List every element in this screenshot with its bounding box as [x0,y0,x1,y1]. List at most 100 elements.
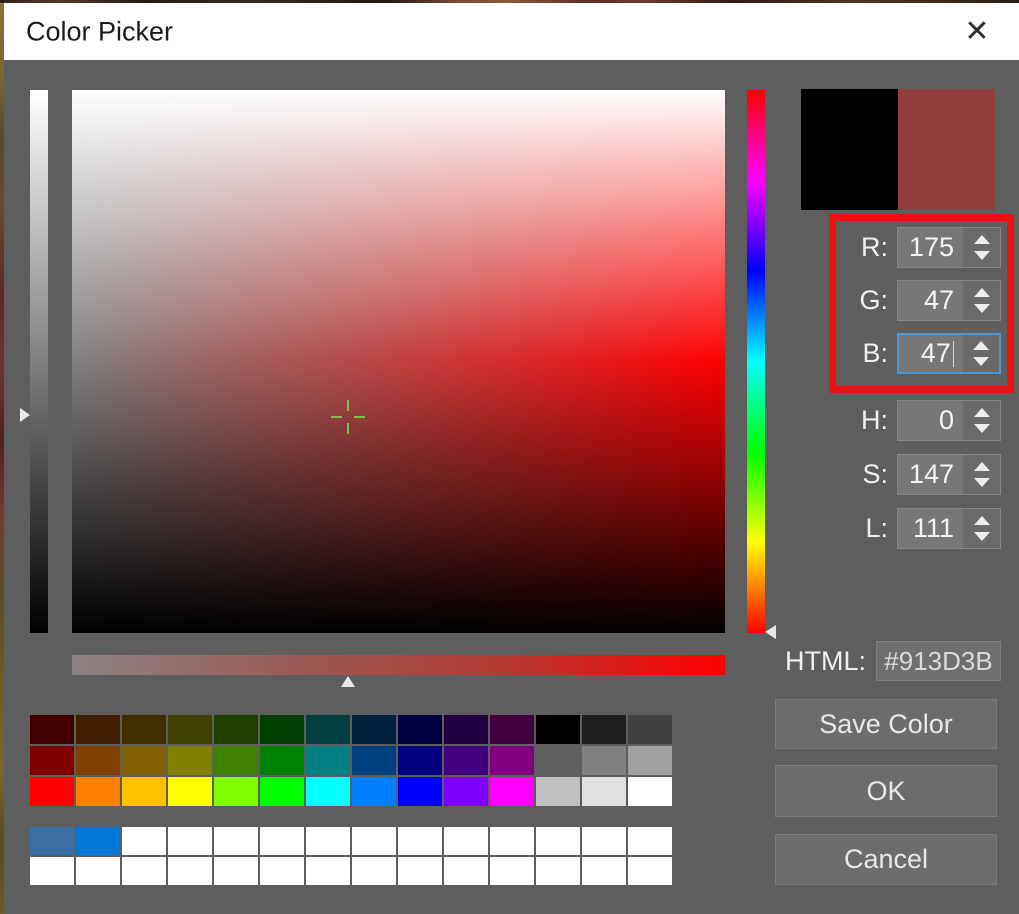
palette-swatch[interactable] [398,715,442,744]
green-spin-down-icon[interactable] [974,304,990,313]
palette-swatch[interactable] [582,715,626,744]
saved-color-swatch[interactable] [352,827,396,855]
palette-swatch[interactable] [306,715,350,744]
saved-color-swatch[interactable] [30,857,74,885]
palette-swatch[interactable] [352,777,396,806]
saturation-marker-icon[interactable] [341,676,355,687]
saved-color-swatch[interactable] [628,827,672,855]
palette-swatch[interactable] [490,746,534,775]
palette-swatch[interactable] [30,746,74,775]
saved-color-swatch[interactable] [260,827,304,855]
palette-swatch[interactable] [398,746,442,775]
palette-swatch[interactable] [76,746,120,775]
palette-swatch[interactable] [352,746,396,775]
saved-color-swatch[interactable] [214,857,258,885]
saved-color-swatch[interactable] [536,827,580,855]
palette-swatch[interactable] [260,715,304,744]
saved-color-swatch[interactable] [122,857,166,885]
saved-color-swatch[interactable] [444,857,488,885]
saved-color-swatch[interactable] [168,827,212,855]
palette-swatch[interactable] [168,777,212,806]
palette-swatch[interactable] [352,715,396,744]
palette-swatch[interactable] [536,715,580,744]
palette-swatch[interactable] [30,777,74,806]
lightness-marker-icon[interactable] [20,408,30,422]
palette-swatch[interactable] [76,777,120,806]
saved-color-swatch[interactable] [398,857,442,885]
blue-spin-up-icon[interactable] [973,341,989,350]
saved-color-swatch[interactable] [260,857,304,885]
palette-swatch[interactable] [628,746,672,775]
saved-color-swatch[interactable] [628,857,672,885]
saved-color-swatch[interactable] [490,827,534,855]
saved-color-swatch[interactable] [490,857,534,885]
saved-color-swatch[interactable] [122,827,166,855]
palette-swatch[interactable] [122,746,166,775]
palette-swatch[interactable] [306,777,350,806]
red-spin-up-icon[interactable] [974,235,990,244]
close-button[interactable]: ✕ [951,3,1003,60]
lightness-spin-up-icon[interactable] [974,516,990,525]
hue-input[interactable]: 0 [897,400,1001,441]
palette-swatch[interactable] [444,746,488,775]
saturation-spin-down-icon[interactable] [974,478,990,487]
palette-swatch[interactable] [536,746,580,775]
palette-swatch[interactable] [444,715,488,744]
saved-color-swatch[interactable] [306,857,350,885]
palette-swatch[interactable] [76,715,120,744]
palette-swatch[interactable] [490,777,534,806]
palette-swatch[interactable] [628,715,672,744]
palette-swatch[interactable] [122,715,166,744]
palette-swatch[interactable] [122,777,166,806]
palette-swatch[interactable] [214,777,258,806]
palette-swatch[interactable] [398,777,442,806]
palette-swatch[interactable] [536,777,580,806]
saved-color-swatch[interactable] [76,857,120,885]
lightness-input[interactable]: 111 [897,508,1001,549]
hue-spin-up-icon[interactable] [974,408,990,417]
palette-swatch[interactable] [168,715,212,744]
blue-spin-down-icon[interactable] [973,357,989,366]
saved-color-swatch[interactable] [582,857,626,885]
saturation-spin-up-icon[interactable] [974,462,990,471]
saved-color-swatch[interactable] [76,827,120,855]
html-input[interactable]: #913D3B [876,641,1001,681]
palette-swatch[interactable] [260,777,304,806]
saved-color-swatch[interactable] [398,827,442,855]
palette-swatch[interactable] [214,746,258,775]
palette-swatch[interactable] [490,715,534,744]
saved-color-swatch[interactable] [214,827,258,855]
green-input[interactable]: 47 [897,280,1001,321]
palette-swatch[interactable] [260,746,304,775]
saved-color-swatch[interactable] [168,857,212,885]
saved-color-swatch[interactable] [30,827,74,855]
saved-color-swatch[interactable] [444,827,488,855]
saturation-input[interactable]: 147 [897,454,1001,495]
saved-color-swatch[interactable] [536,857,580,885]
cancel-button[interactable]: Cancel [775,834,997,885]
blue-input[interactable]: 47 [897,333,1001,374]
palette-swatch[interactable] [30,715,74,744]
save-color-button[interactable]: Save Color [775,699,997,749]
ok-button[interactable]: OK [775,765,997,817]
palette-swatch[interactable] [628,777,672,806]
palette-swatch[interactable] [444,777,488,806]
saved-color-swatch[interactable] [306,827,350,855]
palette-swatch[interactable] [582,746,626,775]
lightness-strip[interactable] [30,90,48,633]
saturation-bar[interactable] [72,655,725,675]
palette-swatch[interactable] [306,746,350,775]
palette-swatch[interactable] [214,715,258,744]
saved-color-swatch[interactable] [352,857,396,885]
saturation-lightness-square[interactable] [72,90,725,633]
hue-spin-down-icon[interactable] [974,424,990,433]
saved-color-swatch[interactable] [582,827,626,855]
red-input[interactable]: 175 [897,227,1001,268]
palette-swatch[interactable] [168,746,212,775]
hue-strip[interactable] [747,90,765,633]
hue-marker-icon[interactable] [765,625,776,639]
red-spin-down-icon[interactable] [974,251,990,260]
palette-swatch[interactable] [582,777,626,806]
lightness-spin-down-icon[interactable] [974,532,990,541]
green-spin-up-icon[interactable] [974,288,990,297]
